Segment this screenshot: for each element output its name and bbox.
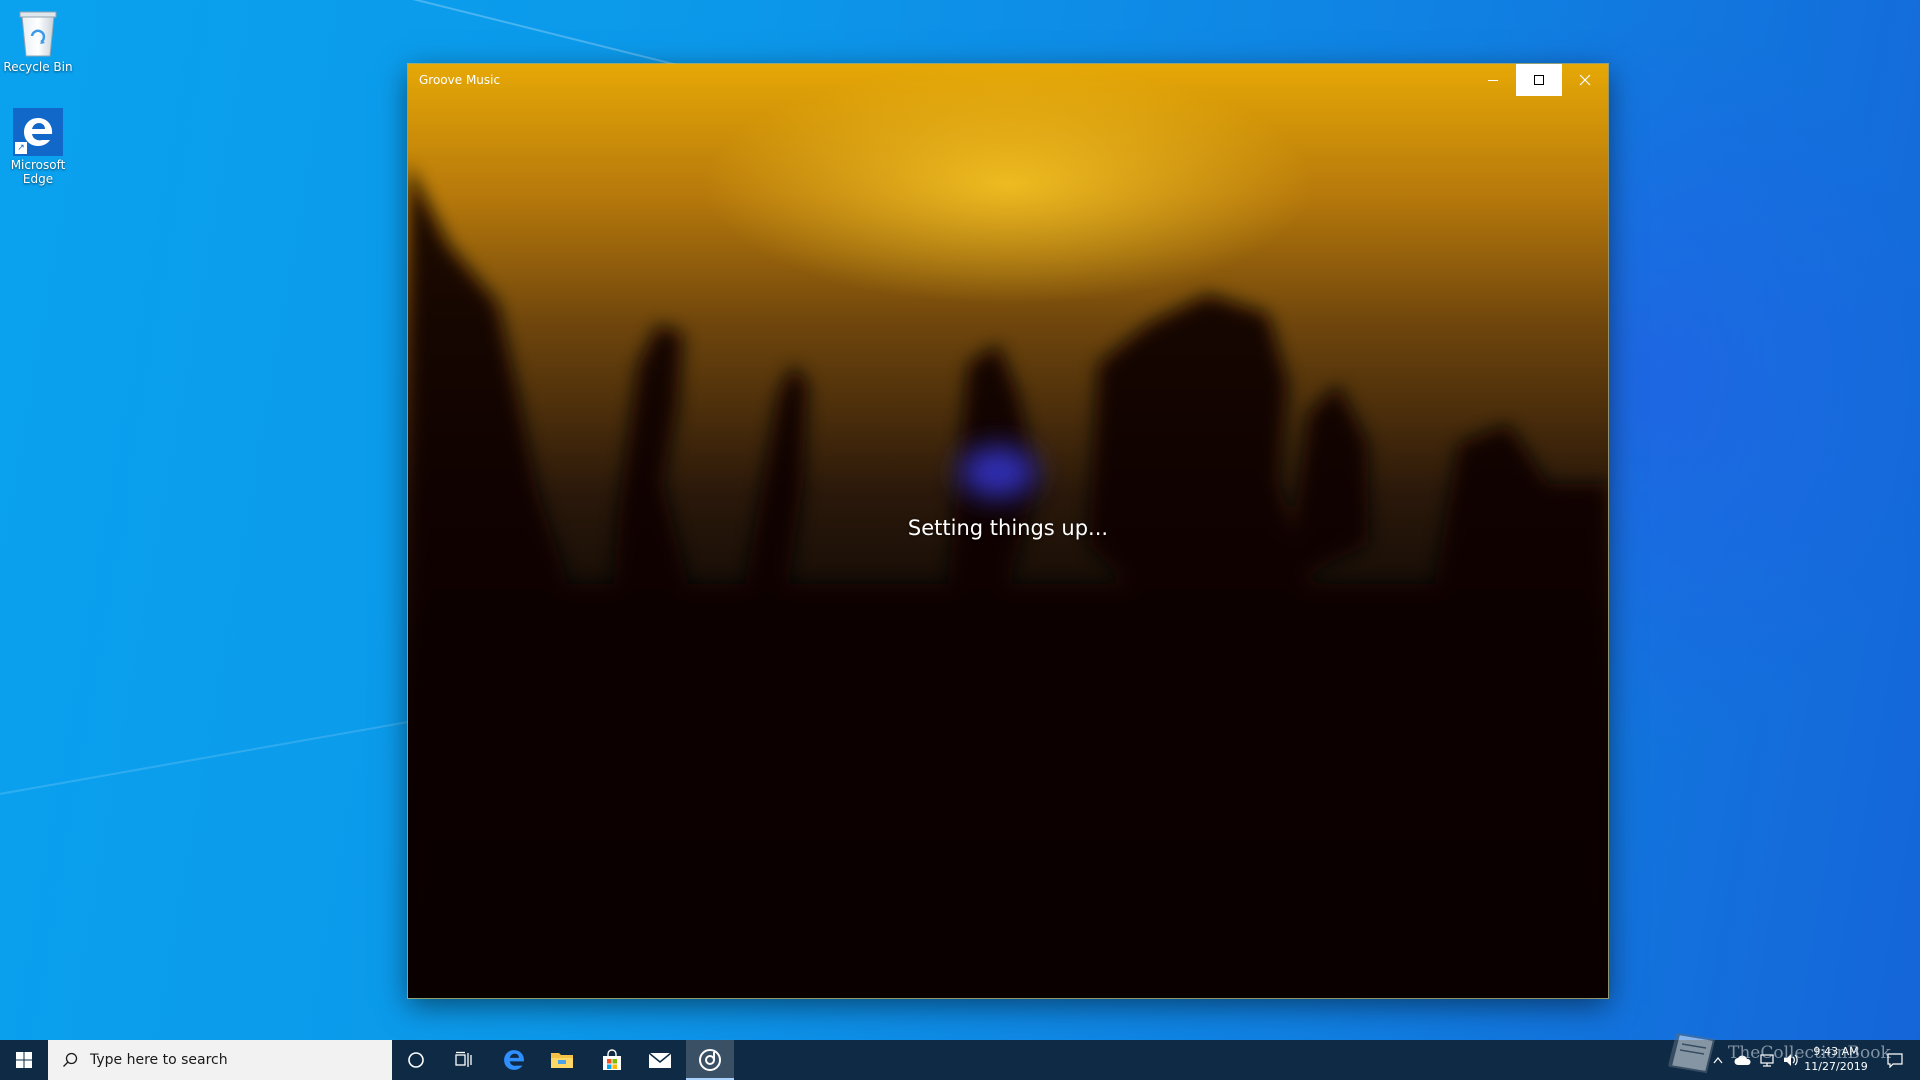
start-button[interactable] — [0, 1040, 48, 1080]
close-icon — [1579, 74, 1591, 86]
setup-status-text: Setting things up... — [907, 516, 1109, 540]
search-icon — [60, 1052, 80, 1068]
desktop: Recycle Bin ↗ Microsoft Edge Groove Musi… — [0, 0, 1920, 1080]
taskbar-store[interactable] — [588, 1040, 636, 1080]
maximize-button[interactable] — [1516, 64, 1562, 96]
taskbar-mail[interactable] — [636, 1040, 684, 1080]
stage-light — [960, 446, 1036, 498]
desktop-icon-recycle-bin[interactable]: Recycle Bin — [0, 8, 76, 74]
recycle-bin-icon — [19, 11, 57, 57]
cortana-button[interactable] — [392, 1040, 440, 1080]
book-icon — [1668, 1032, 1716, 1074]
watermark-text: TheCollectionBook — [1728, 1043, 1891, 1063]
groove-music-icon — [699, 1049, 721, 1071]
search-placeholder: Type here to search — [90, 1052, 228, 1068]
taskbar-groove-music[interactable] — [686, 1040, 734, 1080]
groove-music-window[interactable]: Groove Music Setting things up... — [408, 64, 1608, 998]
taskbar-file-explorer[interactable] — [538, 1040, 586, 1080]
store-bag-icon — [603, 1049, 621, 1070]
minimize-icon — [1488, 80, 1498, 81]
desktop-icon-edge[interactable]: ↗ Microsoft Edge — [0, 108, 76, 186]
title-bar[interactable]: Groove Music — [408, 64, 1608, 96]
shortcut-arrow-icon: ↗ — [15, 142, 27, 154]
windows-start-icon — [16, 1052, 32, 1068]
taskbar-search-box[interactable]: Type here to search — [48, 1040, 392, 1080]
minimize-button[interactable] — [1470, 64, 1516, 96]
desktop-icon-label: Recycle Bin — [3, 60, 73, 74]
folder-icon — [551, 1053, 573, 1068]
task-view-button[interactable] — [440, 1040, 488, 1080]
cortana-circle-icon — [408, 1052, 424, 1068]
watermark: TheCollectionBook — [1668, 1030, 1891, 1076]
taskbar-edge[interactable] — [490, 1040, 538, 1080]
task-view-icon — [455, 1051, 472, 1067]
close-button[interactable] — [1562, 64, 1608, 96]
edge-icon — [504, 1050, 524, 1070]
mail-envelope-icon — [648, 1052, 672, 1068]
maximize-icon — [1534, 75, 1544, 85]
desktop-icon-label: Microsoft Edge — [10, 158, 66, 186]
edge-icon: ↗ — [13, 108, 63, 156]
window-title: Groove Music — [419, 73, 501, 87]
taskbar: Type here to search 9:43 AM 11/27/2019 — [0, 1040, 1920, 1080]
